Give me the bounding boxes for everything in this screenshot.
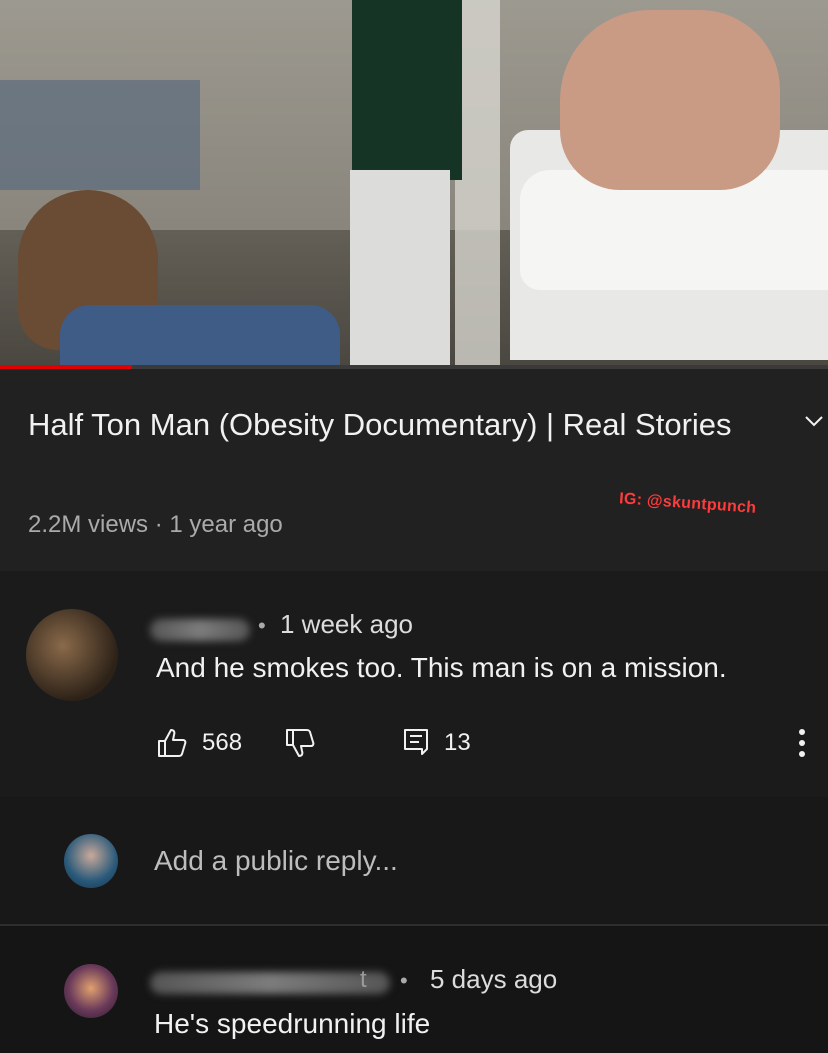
reply-comment: t • 5 days ago He's speedrunning life (0, 926, 828, 1053)
comment-text: He's speedrunning life (154, 1008, 431, 1039)
reply-input[interactable] (154, 841, 754, 881)
video-thumbnail[interactable] (0, 0, 828, 367)
avatar (64, 834, 118, 888)
video-scene-patient (560, 10, 780, 190)
redacted-username (150, 619, 250, 641)
video-scene-equipment (0, 80, 200, 190)
video-meta: 2.2M views · 1 year ago (28, 511, 283, 538)
video-title[interactable]: Half Ton Man (Obesity Documentary) | Rea… (28, 399, 748, 451)
video-scene-nurse-legs (350, 170, 450, 365)
avatar[interactable] (26, 609, 118, 701)
meta-separator: • (400, 968, 408, 993)
redacted-username (150, 972, 390, 994)
more-vertical-icon[interactable] (792, 723, 812, 763)
thumbs-up-icon[interactable] (156, 727, 188, 759)
video-scene-nurse (352, 0, 462, 180)
comment-timestamp: 1 week ago (280, 609, 413, 639)
meta-separator: • (258, 613, 266, 638)
username-fragment: t (360, 966, 367, 993)
avatar[interactable] (64, 964, 118, 1018)
video-scene-visitor-shirt (60, 305, 340, 367)
comment-timestamp: 5 days ago (430, 964, 558, 994)
chevron-down-icon[interactable] (800, 411, 828, 431)
comment-text: And he smokes too. This man is on a miss… (156, 652, 727, 683)
watermark-text: IG: @skuntpunch (618, 490, 757, 517)
like-count: 568 (202, 729, 243, 756)
comment-actions: 568 13 (156, 723, 816, 763)
reply-count[interactable]: 13 (444, 729, 471, 757)
comment-icon[interactable] (402, 727, 430, 757)
reply-composer (0, 797, 828, 924)
thumbs-down-icon[interactable] (284, 727, 316, 759)
video-info-panel: Half Ton Man (Obesity Documentary) | Rea… (0, 369, 828, 571)
comment-thread: • 1 week ago And he smokes too. This man… (0, 571, 828, 797)
